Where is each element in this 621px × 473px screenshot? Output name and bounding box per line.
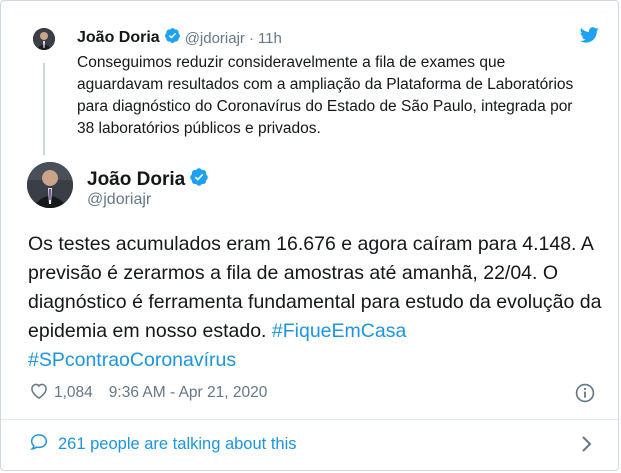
like-count[interactable]: 1,084 bbox=[54, 384, 93, 402]
tweet-timestamp[interactable]: 9:36 AM - Apr 21, 2020 bbox=[109, 384, 268, 402]
thread-connector-line bbox=[43, 63, 45, 155]
talking-count-text[interactable]: 261 people are talking about this bbox=[58, 435, 297, 454]
parent-tweet-text: Conseguimos reduzir consideravelmente a … bbox=[77, 54, 574, 137]
verified-badge-icon bbox=[164, 27, 181, 49]
heart-icon[interactable] bbox=[28, 381, 54, 406]
info-icon[interactable] bbox=[574, 382, 596, 404]
parent-separator: · bbox=[248, 29, 254, 47]
parent-author-name[interactable]: João Doria bbox=[77, 29, 160, 47]
verified-badge-icon bbox=[189, 167, 209, 193]
main-tweet-text: Os testes acumulados eram 16.676 e agora… bbox=[28, 230, 608, 375]
main-avatar[interactable] bbox=[27, 162, 73, 208]
chevron-right-icon[interactable] bbox=[580, 434, 594, 454]
hashtag-link[interactable]: #FiqueEmCasa bbox=[272, 320, 406, 342]
parent-time[interactable]: 11h bbox=[258, 30, 282, 47]
embedded-tweet-card: João Doria @jdoriajr · 11h Conseguimos r… bbox=[0, 0, 619, 471]
speech-bubble-icon bbox=[28, 432, 58, 457]
divider bbox=[1, 419, 618, 420]
main-handle[interactable]: @jdoriajr bbox=[87, 191, 151, 209]
conversation-link[interactable]: 261 people are talking about this bbox=[28, 431, 600, 457]
hashtag-link[interactable]: #SPcontraoCoronavírus bbox=[28, 349, 236, 371]
parent-author[interactable]: João Doria @jdoriajr · 11h bbox=[77, 27, 282, 49]
parent-avatar[interactable] bbox=[33, 28, 55, 50]
twitter-bird-icon[interactable] bbox=[578, 25, 600, 45]
main-author[interactable]: João Doria bbox=[87, 167, 209, 193]
parent-handle[interactable]: @jdoriajr bbox=[185, 30, 245, 47]
tweet-meta-row: 1,084 9:36 AM - Apr 21, 2020 bbox=[28, 381, 600, 405]
main-author-name[interactable]: João Doria bbox=[87, 169, 185, 191]
